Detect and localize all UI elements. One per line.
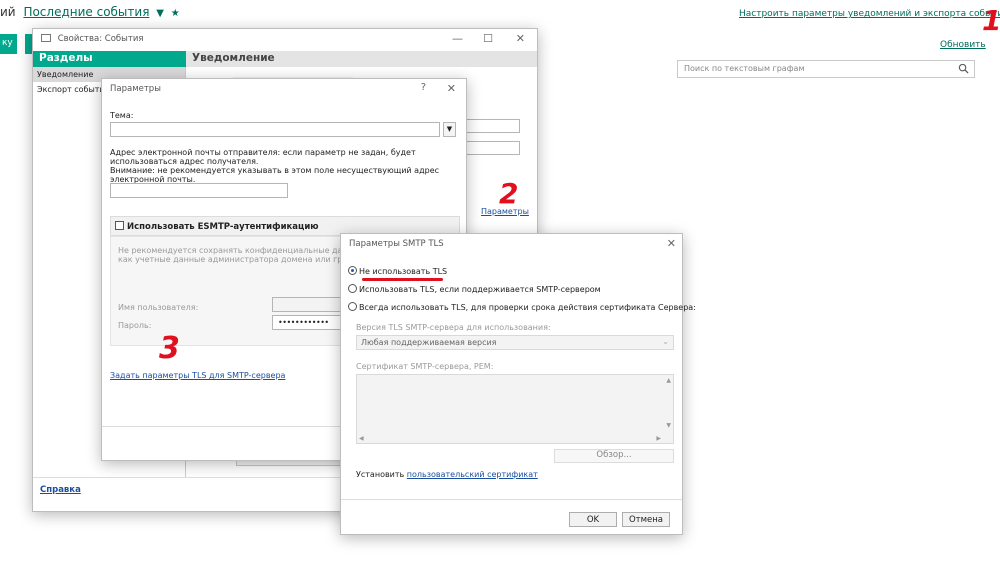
- notification-settings-label[interactable]: Настроить параметры уведомлений и экспор…: [739, 9, 1000, 19]
- annotation-two: 2: [499, 177, 519, 210]
- sections-header: Разделы: [33, 51, 186, 67]
- close-icon[interactable]: ✕: [516, 32, 525, 45]
- help-link[interactable]: Справка: [40, 485, 81, 495]
- sender-note-line-1: Адрес электронной почты отправителя: есл…: [110, 148, 416, 166]
- tls-option-label[interactable]: Использовать TLS, если поддерживается SM…: [359, 285, 601, 294]
- maximize-icon[interactable]: ☐: [483, 32, 493, 45]
- esmtp-checkbox-label[interactable]: Использовать ESMTP-аутентификацию: [127, 222, 319, 232]
- server-cert-label: Сертификат SMTP-сервера, PEM:: [356, 362, 494, 371]
- chevron-down-icon[interactable]: ▼: [156, 8, 164, 19]
- dialog-title: Параметры SMTP TLS: [349, 239, 444, 249]
- subject-input[interactable]: [110, 122, 440, 137]
- scroll-down-icon[interactable]: ▼: [666, 422, 671, 429]
- close-icon[interactable]: ✕: [447, 82, 456, 95]
- sender-note-line-2: Внимание: не рекомендуется указывать в э…: [110, 166, 440, 184]
- notification-field-2[interactable]: [466, 141, 520, 155]
- star-icon[interactable]: ★: [171, 8, 180, 19]
- esmtp-note: Не рекомендуется сохранять конфиденциаль…: [118, 246, 354, 264]
- page-title-fragment: ий: [0, 5, 16, 19]
- esmtp-note-line-1: Не рекомендуется сохранять конфиденциаль…: [118, 246, 354, 255]
- radio-button-selected[interactable]: [348, 266, 357, 275]
- browse-button[interactable]: Обзор...: [554, 449, 674, 463]
- minimize-icon[interactable]: —: [452, 32, 463, 45]
- dialog-titlebar[interactable]: Параметры ? ✕: [102, 79, 466, 101]
- radio-button[interactable]: [348, 302, 357, 311]
- notification-settings-link[interactable]: Настроить параметры уведомлений и экспор…: [739, 9, 1000, 19]
- recent-events-link[interactable]: Последние события: [23, 5, 149, 19]
- radio-button[interactable]: [348, 284, 357, 293]
- password-label: Пароль:: [118, 321, 152, 330]
- tls-version-label: Версия TLS SMTP-сервера для использовани…: [356, 323, 551, 332]
- custom-cert-link[interactable]: пользовательский сертификат: [407, 470, 538, 479]
- dialog-titlebar[interactable]: Параметры SMTP TLS ✕: [341, 234, 682, 256]
- install-cert-prefix: Установить: [356, 470, 405, 479]
- annotation-underline: [362, 278, 443, 281]
- esmtp-note-line-2: как учетные данные администратора домена…: [118, 255, 354, 264]
- scroll-left-icon[interactable]: ◀: [359, 435, 364, 442]
- esmtp-checkbox[interactable]: [115, 221, 124, 230]
- sender-note: Адрес электронной почты отправителя: есл…: [110, 148, 456, 184]
- notification-field-1[interactable]: [466, 119, 520, 133]
- tls-settings-link[interactable]: Задать параметры TLS для SMTP-сервера: [110, 371, 285, 380]
- annotation-three: 3: [159, 331, 180, 366]
- ok-button[interactable]: OK: [569, 512, 617, 527]
- tls-option-none[interactable]: Не использовать TLS: [348, 266, 447, 276]
- subject-label: Тема:: [110, 111, 134, 120]
- close-icon[interactable]: ✕: [667, 237, 676, 250]
- search-placeholder: Поиск по текстовым графам: [684, 64, 805, 73]
- dialog-title: Параметры: [110, 84, 161, 94]
- refresh-link[interactable]: Обновить: [940, 40, 986, 50]
- tls-option-if-supported[interactable]: Использовать TLS, если поддерживается SM…: [348, 284, 601, 294]
- smtp-tls-dialog: Параметры SMTP TLS ✕ Не использовать TLS…: [340, 233, 696, 535]
- notification-header: Уведомление: [186, 51, 537, 67]
- cancel-button[interactable]: Отмена: [622, 512, 670, 527]
- window-app-icon: [41, 34, 51, 42]
- annotation-one: 1: [982, 4, 1000, 37]
- install-cert-line: Установить пользовательский сертификат: [356, 470, 538, 479]
- tls-option-label[interactable]: Не использовать TLS: [359, 267, 447, 276]
- server-cert-textarea[interactable]: ▲ ▼ ◀ ▶: [356, 374, 674, 444]
- scroll-up-icon[interactable]: ▲: [666, 377, 671, 384]
- tls-option-label[interactable]: Всегда использовать TLS, для проверки ср…: [359, 303, 696, 312]
- tls-version-select[interactable]: Любая поддерживаемая версия ⌄: [356, 335, 674, 350]
- window-titlebar[interactable]: Свойства: События — ☐ ✕: [33, 29, 537, 51]
- window-title: Свойства: События: [57, 34, 144, 44]
- sender-email-input[interactable]: [110, 183, 288, 198]
- scroll-right-icon[interactable]: ▶: [656, 435, 661, 442]
- search-input[interactable]: Поиск по текстовым графам: [677, 60, 975, 78]
- action-button-left[interactable]: ку: [0, 34, 17, 54]
- tls-option-always[interactable]: Всегда использовать TLS, для проверки ср…: [348, 302, 696, 312]
- tls-version-value: Любая поддерживаемая версия: [361, 338, 497, 347]
- action-button-label: ку: [2, 38, 13, 48]
- subject-dropdown-button[interactable]: ▼: [443, 122, 456, 137]
- search-icon[interactable]: [958, 63, 969, 74]
- help-icon[interactable]: ?: [421, 82, 426, 93]
- page-title-bar: ий Последние события ▼ ★: [0, 5, 180, 19]
- username-label: Имя пользователя:: [118, 303, 199, 312]
- divider: [341, 499, 682, 500]
- chevron-down-icon[interactable]: ⌄: [662, 337, 669, 346]
